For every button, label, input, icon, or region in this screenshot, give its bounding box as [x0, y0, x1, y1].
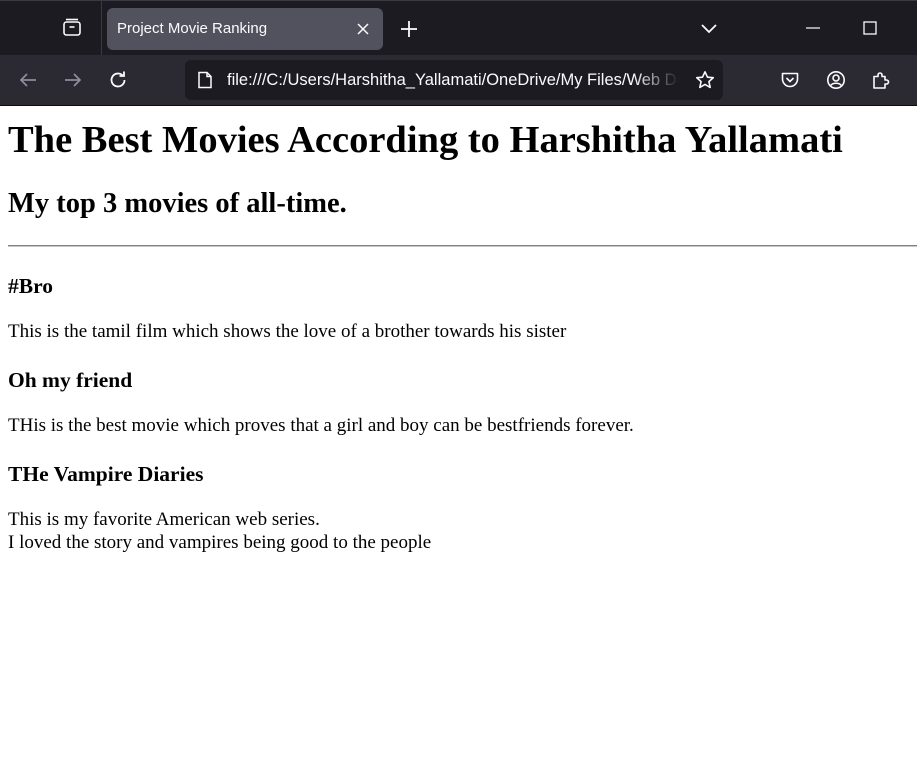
bookmark-button[interactable]	[693, 68, 717, 92]
tab-strip: Project Movie Ranking	[0, 0, 917, 56]
plus-icon	[401, 21, 417, 37]
navigation-toolbar: file:///C:/Users/Harshitha_Yallamati/One…	[0, 55, 917, 106]
star-icon	[695, 70, 715, 89]
close-tab-button[interactable]	[353, 19, 373, 39]
url-text: file:///C:/Users/Harshitha_Yallamati/One…	[227, 71, 679, 89]
movie-description: This is my favorite American web series.	[8, 509, 320, 530]
maximize-icon	[863, 21, 877, 35]
firefox-view-icon	[62, 17, 82, 42]
extensions-icon	[873, 72, 890, 89]
back-button[interactable]	[15, 67, 41, 93]
movie-title: #Bro	[8, 274, 53, 298]
tab-divider	[101, 1, 102, 56]
new-tab-button[interactable]	[396, 16, 422, 42]
close-icon	[357, 23, 369, 35]
forward-arrow-icon	[65, 73, 82, 87]
back-arrow-icon	[19, 73, 36, 87]
movie-description: This is the tamil film which shows the l…	[8, 321, 567, 342]
pocket-button[interactable]	[777, 67, 803, 93]
movie-description-line: I loved the story and vampires being goo…	[8, 532, 432, 553]
url-bar[interactable]: file:///C:/Users/Harshitha_Yallamati/One…	[185, 60, 723, 100]
chevron-down-icon	[701, 24, 717, 34]
page-heading: The Best Movies According to Harshitha Y…	[8, 119, 843, 161]
movie-title: Oh my friend	[8, 368, 133, 392]
list-all-tabs-button[interactable]	[696, 16, 722, 42]
movie-title: THe Vampire Diaries	[8, 462, 204, 486]
account-button[interactable]	[823, 67, 849, 93]
tab-title: Project Movie Ranking	[117, 20, 268, 37]
page-subheading: My top 3 movies of all-time.	[8, 188, 347, 219]
maximize-button[interactable]	[857, 15, 883, 41]
tab-active[interactable]: Project Movie Ranking	[107, 8, 383, 50]
reload-icon	[110, 71, 126, 88]
divider	[8, 245, 917, 247]
account-icon	[827, 71, 845, 89]
minimize-icon	[806, 27, 820, 29]
firefox-view-button[interactable]	[58, 15, 86, 43]
extensions-button[interactable]	[868, 67, 894, 93]
browser-window: Project Movie Ranking file:///C:/Users/H…	[0, 0, 917, 760]
movie-description: THis is the best movie which proves that…	[8, 415, 634, 436]
pocket-icon	[781, 72, 799, 88]
page-content: The Best Movies According to Harshitha Y…	[0, 106, 917, 760]
reload-button[interactable]	[105, 67, 131, 93]
minimize-button[interactable]	[800, 15, 826, 41]
forward-button[interactable]	[60, 67, 86, 93]
page-icon	[195, 70, 215, 90]
